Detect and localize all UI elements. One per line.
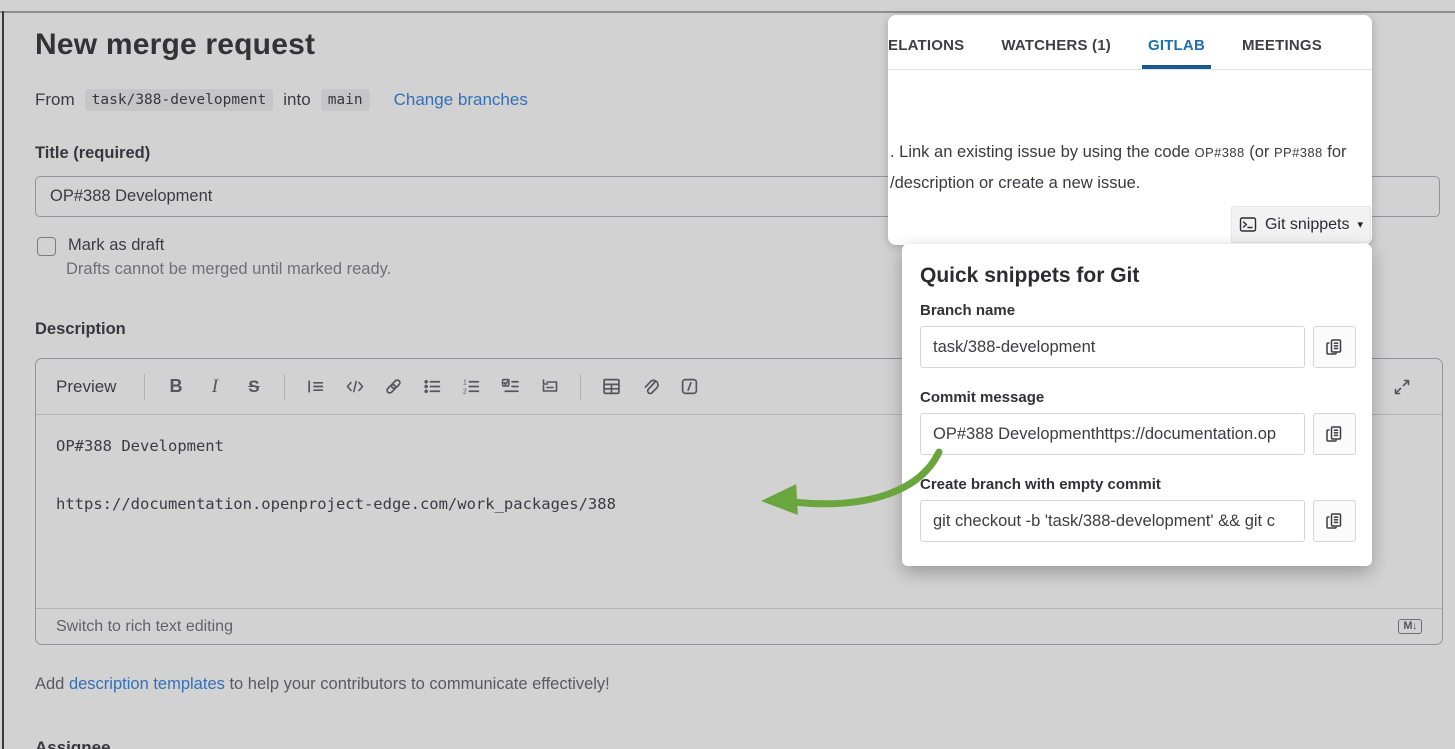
task-list-icon[interactable]: [494, 370, 527, 403]
commit-message-input[interactable]: [920, 413, 1305, 455]
quick-snippets-dropdown: Quick snippets for Git Branch name Commi…: [902, 244, 1372, 566]
link-icon[interactable]: [377, 370, 410, 403]
tab-relations[interactable]: ELATIONS: [888, 21, 964, 69]
collapsible-section-icon[interactable]: [533, 370, 566, 403]
italic-button[interactable]: I: [198, 370, 231, 403]
toolbar-divider: [144, 374, 145, 400]
tab-meetings[interactable]: MEETINGS: [1242, 21, 1322, 69]
bullet-list-icon[interactable]: [416, 370, 449, 403]
into-label: into: [283, 90, 310, 110]
mark-as-draft-checkbox[interactable]: [37, 237, 56, 256]
dropdown-heading: Quick snippets for Git: [920, 264, 1356, 288]
copy-icon: [1325, 425, 1343, 443]
change-branches-link[interactable]: Change branches: [394, 90, 528, 110]
create-branch-label: Create branch with empty commit: [920, 476, 1356, 493]
templates-hint-prefix: Add: [35, 675, 69, 693]
panel-tabs: ELATIONS WATCHERS (1) GITLAB MEETINGS: [888, 15, 1372, 70]
templates-hint-suffix: to help your contributors to communicate…: [225, 675, 610, 693]
assignee-section-label: Assignee: [35, 738, 111, 749]
bold-button[interactable]: B: [159, 370, 192, 403]
strikethrough-button[interactable]: S: [237, 370, 270, 403]
copy-commit-button[interactable]: [1313, 413, 1356, 455]
window-frame-top: [0, 11, 1455, 13]
openproject-gitlab-panel: ELATIONS WATCHERS (1) GITLAB MEETINGS . …: [888, 15, 1372, 245]
terminal-icon: [1239, 216, 1257, 233]
panel-line2: /description or create a new issue.: [890, 168, 1368, 198]
panel-body-text: . Link an existing issue by using the co…: [890, 137, 1368, 198]
markdown-icon: M↓: [1398, 619, 1422, 634]
panel-line1: . Link an existing issue by using the co…: [890, 137, 1368, 168]
toolbar-divider: [284, 374, 285, 400]
code-icon[interactable]: [338, 370, 371, 403]
svg-text:1: 1: [464, 379, 468, 386]
commit-message-label: Commit message: [920, 389, 1356, 406]
attachment-icon[interactable]: [634, 370, 667, 403]
chevron-down-icon: ▾: [1357, 218, 1363, 231]
switch-rich-text-link[interactable]: Switch to rich text editing: [56, 618, 233, 636]
title-field-label: Title (required): [35, 144, 150, 163]
toolbar-divider: [580, 374, 581, 400]
target-branch-chip: main: [321, 89, 370, 111]
from-label: From: [35, 90, 75, 110]
page-title: New merge request: [35, 28, 315, 62]
table-icon[interactable]: [595, 370, 628, 403]
quick-action-icon[interactable]: [673, 370, 706, 403]
tab-gitlab[interactable]: GITLAB: [1148, 21, 1205, 69]
copy-icon: [1325, 512, 1343, 530]
git-snippets-button[interactable]: Git snippets ▾: [1231, 206, 1371, 243]
window-frame-left: [2, 11, 4, 749]
quote-icon[interactable]: [299, 370, 332, 403]
pp-code: PP#388: [1274, 145, 1323, 160]
description-label: Description: [35, 320, 126, 339]
preview-button[interactable]: Preview: [56, 377, 130, 397]
branch-summary: From task/388-development into main Chan…: [35, 89, 528, 111]
editor-footer: Switch to rich text editing M↓: [36, 608, 1442, 644]
branch-name-input[interactable]: [920, 326, 1305, 368]
op-code: OP#388: [1195, 145, 1245, 160]
source-branch-chip: task/388-development: [85, 89, 274, 111]
copy-create-branch-button[interactable]: [1313, 500, 1356, 542]
copy-icon: [1325, 338, 1343, 356]
copy-branch-button[interactable]: [1313, 326, 1356, 368]
templates-hint: Add description templates to help your c…: [35, 675, 610, 694]
branch-name-label: Branch name: [920, 302, 1356, 319]
mark-as-draft-label: Mark as draft: [68, 236, 164, 255]
fullscreen-icon[interactable]: [1385, 370, 1418, 403]
draft-help-text: Drafts cannot be merged until marked rea…: [66, 260, 391, 279]
tab-watchers[interactable]: WATCHERS (1): [1001, 21, 1111, 69]
svg-text:2: 2: [464, 388, 468, 395]
description-templates-link[interactable]: description templates: [69, 675, 225, 693]
numbered-list-icon[interactable]: 12: [455, 370, 488, 403]
create-branch-input[interactable]: [920, 500, 1305, 542]
git-snippets-label: Git snippets: [1265, 216, 1349, 234]
